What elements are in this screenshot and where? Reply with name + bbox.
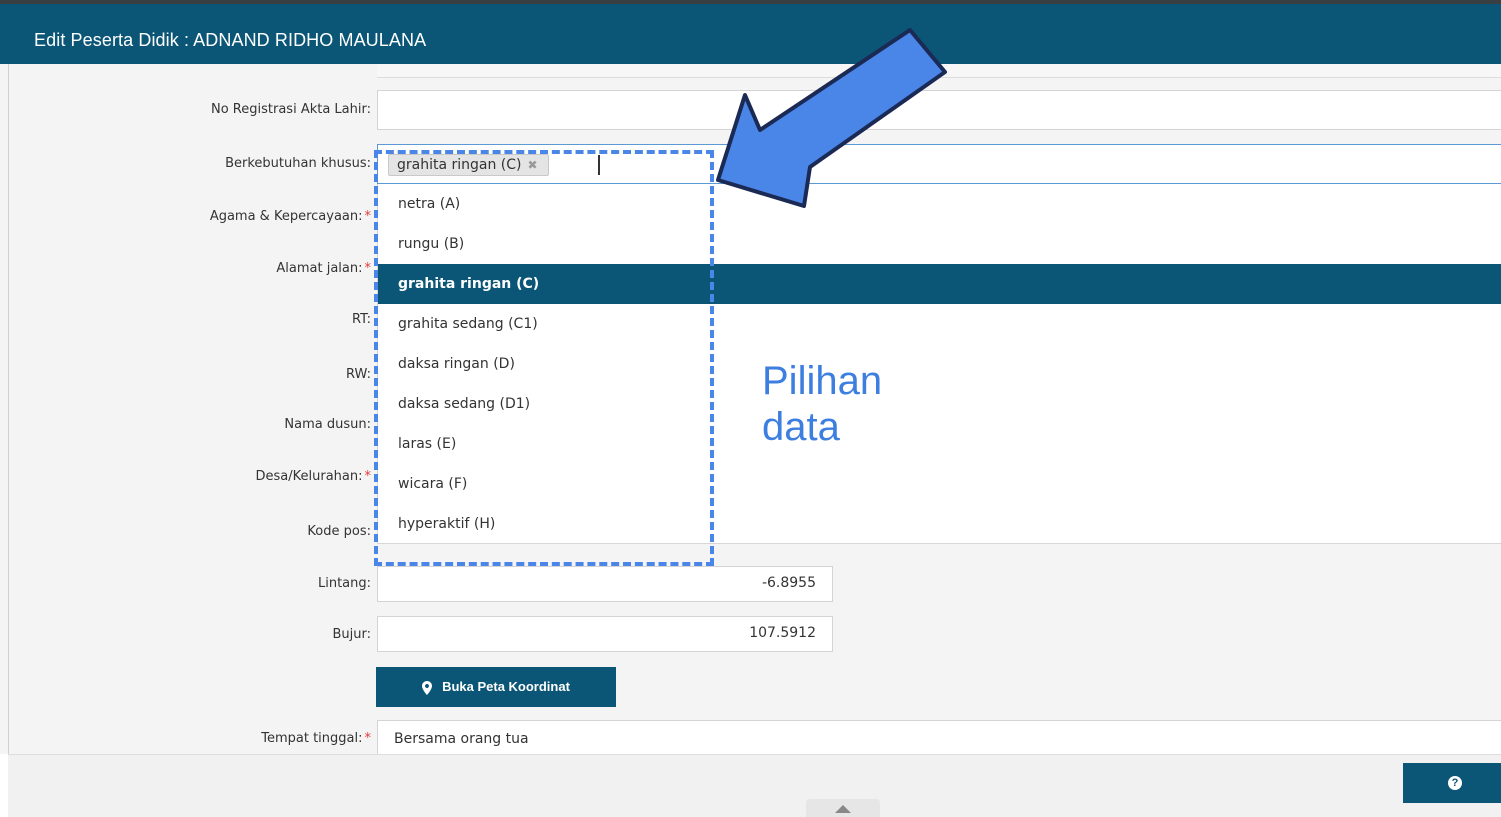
dropdown-option[interactable]: hyperaktif (H) — [378, 504, 1501, 544]
desa-label-text: Desa/Kelurahan: — [255, 469, 363, 484]
lintang-label: Lintang: — [317, 576, 371, 591]
rt-label: RT: — [352, 312, 371, 327]
dropdown-option[interactable]: netra (A) — [378, 184, 1501, 224]
desa-label: Desa/Kelurahan: * — [256, 469, 372, 484]
alamat-label-text: Alamat jalan: — [276, 261, 363, 276]
annotation-label: Pilihan data — [762, 358, 882, 450]
dialog-footer: ? — [8, 754, 1501, 817]
tempat-tinggal-label: Tempat tinggal: * — [261, 731, 371, 746]
nama-dusun-label: Nama dusun: — [284, 417, 371, 432]
annotation-label-line2: data — [762, 405, 840, 449]
dropdown-option[interactable]: rungu (B) — [378, 224, 1501, 264]
tempat-tinggal-label-text: Tempat tinggal: — [261, 731, 363, 746]
bujur-label: Bujur: — [332, 627, 371, 642]
dropdown-option-active[interactable]: grahita ringan (C) — [378, 264, 1501, 304]
selected-chip-label: grahita ringan (C) — [397, 157, 522, 173]
buka-peta-koordinat-button[interactable]: Buka Peta Koordinat — [376, 667, 616, 707]
dropdown-option[interactable]: daksa sedang (D1) — [378, 384, 1501, 424]
chevron-up-icon — [835, 805, 851, 813]
form-body: No Registrasi Akta Lahir: Berkebutuhan k… — [8, 64, 1501, 754]
scroll-to-top-button[interactable] — [806, 799, 880, 817]
bujur-input[interactable]: 107.5912 — [377, 616, 833, 652]
dropdown-option[interactable]: grahita sedang (C1) — [378, 304, 1501, 344]
agama-required-mark: * — [364, 209, 372, 224]
alamat-required-mark: * — [364, 261, 372, 276]
dialog-header: Edit Peserta Didik : ADNAND RIDHO MAULAN… — [0, 4, 1501, 64]
tempat-tinggal-select[interactable]: Bersama orang tua — [377, 720, 1501, 754]
dialog-left-edge — [0, 64, 8, 754]
agama-label-text: Agama & Kepercayaan: — [209, 209, 363, 224]
berkebutuhan-label: Berkebutuhan khusus: — [225, 156, 371, 171]
rw-label: RW: — [346, 367, 371, 382]
dropdown-option[interactable]: daksa ringan (D) — [378, 344, 1501, 384]
berkebutuhan-dropdown: netra (A) rungu (B) grahita ringan (C) g… — [377, 184, 1501, 544]
berkebutuhan-multiselect[interactable]: grahita ringan (C) ✖ — [377, 144, 1501, 184]
no-registrasi-input[interactable] — [377, 90, 1501, 130]
partial-field-above[interactable] — [377, 64, 1501, 78]
selected-chip: grahita ringan (C) ✖ — [388, 154, 549, 176]
map-marker-icon — [422, 680, 433, 695]
question-circle-icon: ? — [1448, 776, 1462, 790]
tempat-tinggal-required-mark: * — [364, 731, 372, 746]
lintang-input[interactable]: -6.8955 — [377, 566, 833, 602]
kode-pos-label: Kode pos: — [307, 524, 371, 539]
no-registrasi-label: No Registrasi Akta Lahir: — [211, 102, 371, 117]
text-caret — [598, 155, 600, 175]
chip-remove-icon[interactable]: ✖ — [528, 158, 538, 172]
annotation-label-line1: Pilihan — [762, 359, 883, 403]
buka-peta-koordinat-label: Buka Peta Koordinat — [442, 679, 570, 694]
help-button[interactable]: ? — [1403, 763, 1501, 803]
dropdown-option[interactable]: laras (E) — [378, 424, 1501, 464]
alamat-label: Alamat jalan: * — [276, 261, 371, 276]
agama-label: Agama & Kepercayaan: * — [210, 209, 371, 224]
dialog-title: Edit Peserta Didik : ADNAND RIDHO MAULAN… — [34, 30, 427, 50]
dropdown-option[interactable]: wicara (F) — [378, 464, 1501, 504]
desa-required-mark: * — [364, 469, 372, 484]
